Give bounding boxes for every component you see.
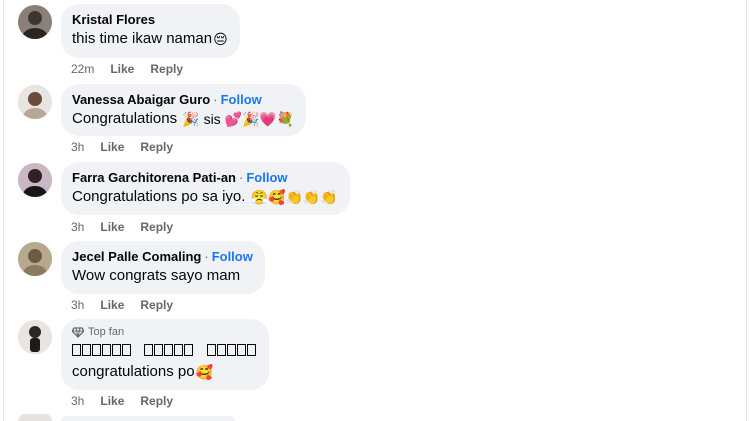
comment-bubble: Kristal Flores this time ikaw naman😔 (61, 4, 240, 58)
left-border (3, 0, 4, 421)
unrendered-name (72, 340, 257, 361)
comment-emoji: 😤🥰👏👏👏 (250, 189, 338, 205)
commenter-name[interactable]: Kristal Flores (72, 12, 155, 27)
comment-emoji: 🎉 sis 💕🎉💗💐 (182, 111, 295, 127)
commenter-name[interactable]: Vanessa Abaigar Guro (72, 92, 210, 107)
like-button[interactable]: Like (100, 297, 124, 313)
diamond-icon (72, 327, 84, 338)
comment-time[interactable]: 3h (71, 139, 84, 155)
follow-button[interactable]: Follow (212, 249, 253, 264)
comment-bubble: Top fan congratulations po🥰 (61, 319, 269, 390)
top-fan-badge: Top fan (72, 325, 257, 340)
reply-button[interactable]: Reply (140, 219, 173, 235)
comment-bubble: Vanessa Abaigar Guro · Follow Congratulati… (61, 84, 307, 136)
commenter-name[interactable]: Jecel Palle Comaling (72, 249, 201, 264)
comment-emoji: 😔 (213, 31, 228, 47)
follow-button[interactable]: Follow (221, 92, 262, 107)
comment-time[interactable]: 3h (71, 219, 84, 235)
comment-emoji: 🥰 (195, 364, 214, 380)
comment-actions: 22m Like Reply (71, 61, 183, 77)
avatar[interactable] (18, 85, 52, 119)
comment-bubble: Farra Garchitorena Pati-an · Follow Congra… (61, 162, 350, 215)
comment-text: Congratulations (72, 110, 178, 127)
comment-bubble: Jecel Palle Comaling · Follow Wow congrats… (61, 241, 265, 294)
top-fan-label: Top fan (88, 326, 125, 338)
right-border (746, 0, 747, 421)
comment-time[interactable]: 3h (71, 297, 84, 313)
like-button[interactable]: Like (100, 219, 124, 235)
comment-actions: 3h Like Reply (71, 297, 173, 313)
comment-time[interactable]: 3h (71, 393, 84, 409)
comment-time[interactable]: 22m (71, 61, 94, 77)
comment-text: Wow congrats sayo mam (72, 267, 241, 284)
commenter-name[interactable]: Farra Garchitorena Pati-an (72, 170, 236, 185)
like-button[interactable]: Like (110, 61, 134, 77)
avatar[interactable] (18, 414, 52, 421)
comment-text: this time ikaw naman (72, 30, 213, 47)
follow-button[interactable]: Follow (246, 170, 287, 185)
reply-button[interactable]: Reply (140, 393, 173, 409)
comment-bubble (61, 416, 235, 421)
comment-actions: 3h Like Reply (71, 139, 173, 155)
avatar[interactable] (18, 163, 52, 197)
like-button[interactable]: Like (100, 139, 124, 155)
reply-button[interactable]: Reply (140, 139, 173, 155)
comment-text: congratulations po (72, 363, 195, 380)
comment-actions: 3h Like Reply (71, 219, 173, 235)
avatar[interactable] (18, 242, 52, 276)
avatar[interactable] (18, 320, 52, 354)
comment-actions: 3h Like Reply (71, 393, 173, 409)
reply-button[interactable]: Reply (140, 297, 173, 313)
comment-text: Congratulations po sa iyo. (72, 188, 246, 205)
like-button[interactable]: Like (100, 393, 124, 409)
avatar[interactable] (18, 5, 52, 39)
reply-button[interactable]: Reply (150, 61, 183, 77)
